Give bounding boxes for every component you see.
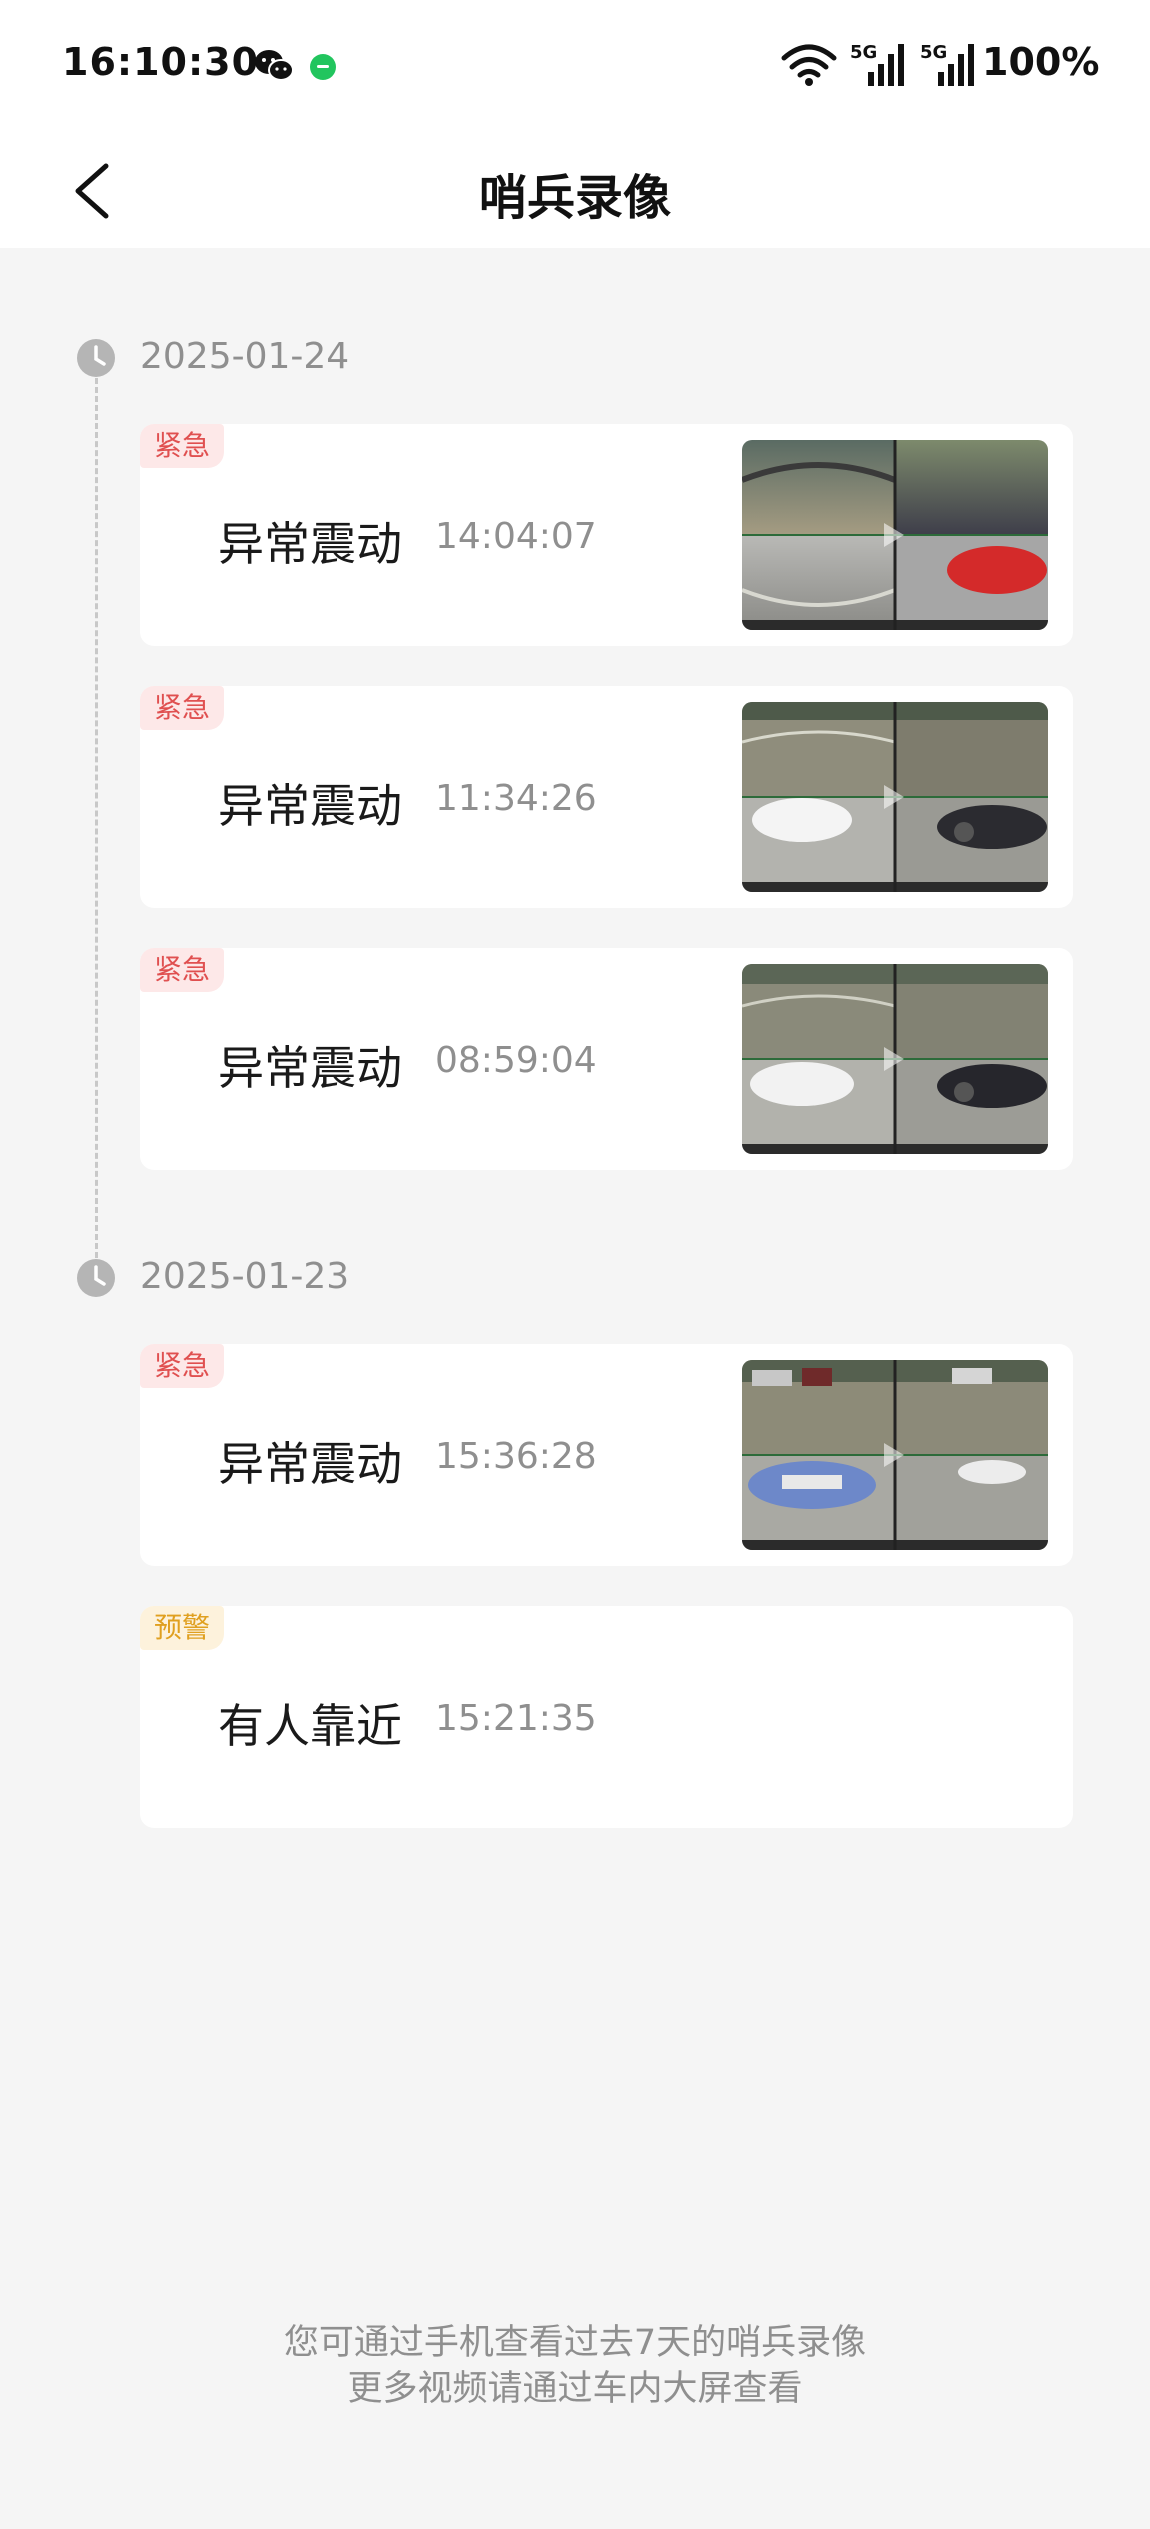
event-card[interactable]: 紧急 异常震动 08:59:04 xyxy=(140,948,1073,1170)
battery-level: 100% xyxy=(982,40,1100,84)
status-time: 16:10:30 xyxy=(62,40,260,84)
event-name: 异常震动 xyxy=(218,517,402,571)
svg-text:5G: 5G xyxy=(920,42,947,63)
warning-tag: 预警 xyxy=(140,1606,225,1650)
event-time: 11:34:26 xyxy=(435,778,597,819)
video-thumbnail[interactable] xyxy=(742,702,1048,892)
event-card[interactable]: 紧急 异常震动 14:04:07 xyxy=(140,424,1073,646)
clock-icon xyxy=(77,339,115,377)
event-time: 15:36:28 xyxy=(435,1436,597,1477)
footer-note-line2: 更多视频请通过车内大屏查看 xyxy=(347,2369,803,2409)
signal-5g-icon: 5G xyxy=(850,42,904,86)
event-name: 有人靠近 xyxy=(218,1699,402,1753)
urgent-tag: 紧急 xyxy=(140,1344,225,1388)
page-title: 哨兵录像 xyxy=(478,170,671,226)
signal-5g-icon: 5G xyxy=(920,42,974,86)
event-time: 08:59:04 xyxy=(435,1040,597,1081)
event-name: 异常震动 xyxy=(218,779,402,833)
urgent-tag: 紧急 xyxy=(140,948,225,992)
event-time: 14:04:07 xyxy=(435,516,597,557)
status-bar: 16:10:30 5G 5G 100% xyxy=(0,0,1150,130)
urgent-tag: 紧急 xyxy=(140,686,225,730)
header: 哨兵录像 xyxy=(0,130,1150,248)
date-label: 2025-01-23 xyxy=(140,1256,350,1297)
clock-icon xyxy=(77,1259,115,1297)
event-name: 异常震动 xyxy=(218,1041,402,1095)
event-card[interactable]: 紧急 异常震动 15:36:28 xyxy=(140,1344,1073,1566)
video-thumbnail[interactable] xyxy=(742,1360,1048,1550)
video-thumbnail[interactable] xyxy=(742,440,1048,630)
svg-text:5G: 5G xyxy=(850,42,877,63)
app-notification-icon xyxy=(310,54,336,80)
event-name: 异常震动 xyxy=(218,1437,402,1491)
footer-note-line1: 您可通过手机查看过去7天的哨兵录像 xyxy=(283,2323,867,2363)
timeline-line xyxy=(95,378,98,1258)
wifi-icon xyxy=(781,44,837,86)
event-card[interactable]: 紧急 异常震动 11:34:26 xyxy=(140,686,1073,908)
footer-note: 您可通过手机查看过去7天的哨兵录像 更多视频请通过车内大屏查看 xyxy=(0,2320,1150,2412)
video-thumbnail[interactable] xyxy=(742,964,1048,1154)
event-time: 15:21:35 xyxy=(435,1698,597,1739)
date-label: 2025-01-24 xyxy=(140,336,350,377)
event-card[interactable]: 预警 有人靠近 15:21:35 xyxy=(140,1606,1073,1828)
urgent-tag: 紧急 xyxy=(140,424,225,468)
wechat-icon xyxy=(255,50,294,81)
